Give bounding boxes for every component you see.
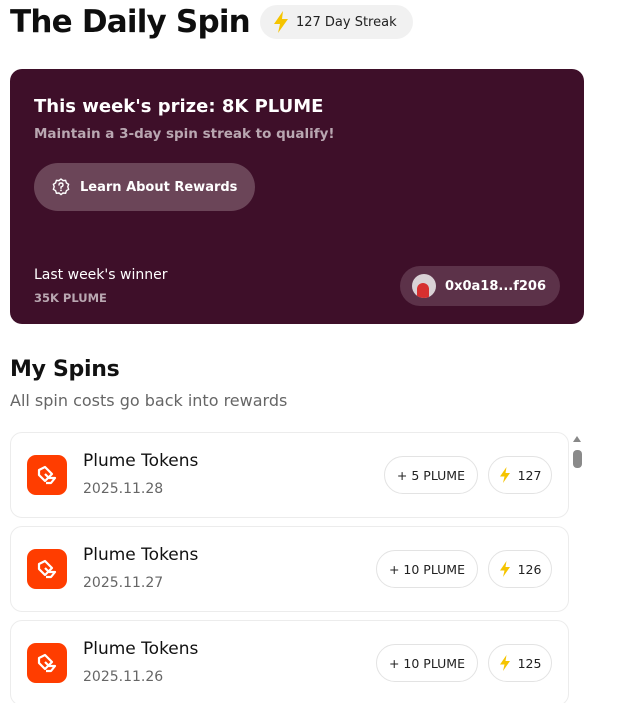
plume-token-icon	[27, 643, 67, 683]
plume-token-icon	[27, 455, 67, 495]
lightning-bolt-icon	[499, 467, 510, 483]
scroll-thumb[interactable]	[573, 450, 582, 468]
scroll-up-arrow[interactable]	[573, 436, 581, 442]
spin-count: 125	[517, 655, 542, 671]
header: The Daily Spin 127 Day Streak	[10, 0, 413, 44]
spin-reward-name: Plume Tokens	[83, 451, 199, 471]
page-title: The Daily Spin	[10, 4, 251, 40]
spin-date: 2025.11.27	[83, 575, 164, 591]
lightning-bolt-icon	[273, 11, 288, 33]
spin-date: 2025.11.26	[83, 669, 164, 685]
spin-count: 127	[517, 467, 542, 483]
winner-address: 0x0a18...f206	[445, 278, 546, 294]
reward-amount-pill: + 5 PLUME	[383, 456, 478, 494]
section-subtitle: All spin costs go back into rewards	[10, 391, 288, 410]
winner-label: Last week's winner	[34, 267, 168, 283]
list-item[interactable]: Plume Tokens 2025.11.28 + 5 PLUME 127	[10, 432, 569, 518]
spin-count-pill: 126	[488, 550, 552, 588]
winner-amount: 35K PLUME	[34, 291, 107, 305]
plume-token-icon	[27, 549, 67, 589]
list-item[interactable]: Plume Tokens 2025.11.26 + 10 PLUME 125	[10, 620, 569, 703]
reward-amount-pill: + 10 PLUME	[375, 644, 478, 682]
prize-subtitle: Maintain a 3-day spin streak to qualify!	[34, 126, 335, 142]
spin-reward-name: Plume Tokens	[83, 545, 199, 565]
lightning-bolt-icon	[499, 561, 510, 577]
prize-title: This week's prize: 8K PLUME	[34, 96, 324, 117]
spin-count-pill: 125	[488, 644, 552, 682]
prize-card: This week's prize: 8K PLUME Maintain a 3…	[10, 69, 584, 324]
spin-count: 126	[517, 561, 542, 577]
spin-count-pill: 127	[488, 456, 552, 494]
scrollbar[interactable]	[572, 432, 584, 703]
winner-address-pill[interactable]: 0x0a18...f206	[400, 266, 560, 306]
spin-date: 2025.11.28	[83, 481, 164, 497]
list-item[interactable]: Plume Tokens 2025.11.27 + 10 PLUME 126	[10, 526, 569, 612]
reward-amount-pill: + 10 PLUME	[375, 550, 478, 588]
question-badge-icon	[52, 178, 70, 196]
spin-reward-name: Plume Tokens	[83, 639, 199, 659]
streak-label: 127 Day Streak	[295, 14, 397, 30]
section-title: My Spins	[10, 357, 120, 382]
streak-badge[interactable]: 127 Day Streak	[259, 5, 413, 39]
lightning-bolt-icon	[499, 655, 510, 671]
learn-about-rewards-button[interactable]: Learn About Rewards	[34, 163, 256, 211]
learn-about-rewards-label: Learn About Rewards	[80, 179, 238, 195]
avatar	[412, 274, 437, 298]
